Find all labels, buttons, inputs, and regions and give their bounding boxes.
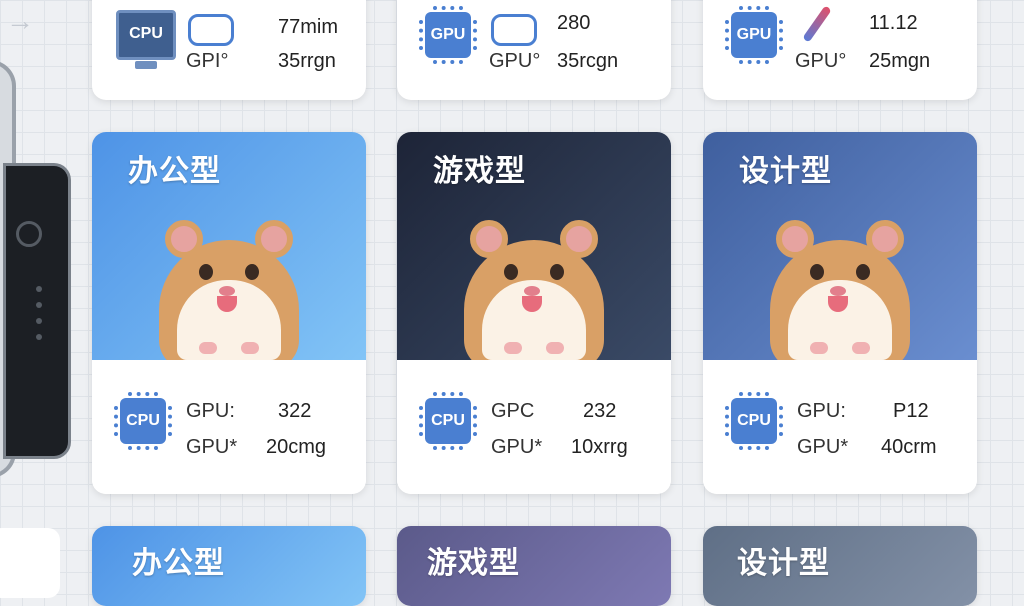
spec-value: 35rcgn <box>557 50 619 72</box>
phone-screen <box>6 166 68 456</box>
spec-value: 40crm <box>881 436 937 458</box>
dots-icon <box>36 286 42 350</box>
spec-value: 25mgn <box>869 50 931 72</box>
gear-icon <box>16 221 42 247</box>
spec-label: GPC <box>491 400 535 422</box>
spec-label: GPU° <box>489 50 541 72</box>
gamepad-icon <box>188 14 234 46</box>
spec-value: 280 <box>557 12 591 34</box>
spec-label: GPU: <box>186 400 235 422</box>
hamster-illustration <box>766 220 914 370</box>
category-card-design[interactable]: 设计型 CPU GPU: P12 GPU* 40crm <box>703 132 977 494</box>
spec-value: 232 <box>583 400 617 422</box>
spec-value: 322 <box>278 400 312 422</box>
spec-card-top-3[interactable]: GPU 11.12 GPU° 25mgn <box>703 0 977 100</box>
spec-value: 10xrrg <box>571 436 628 458</box>
category-title: 设计型 <box>739 155 832 188</box>
category-title: 游戏型 <box>427 547 520 580</box>
spec-label: GPU: <box>797 400 846 422</box>
category-title: 设计型 <box>737 547 830 580</box>
cpu-monitor-icon: CPU <box>116 10 176 69</box>
spec-value: 20cmg <box>266 436 327 458</box>
spec-value: 77mim <box>278 16 339 38</box>
category-title: 办公型 <box>132 547 225 580</box>
category-title: 办公型 <box>128 155 221 188</box>
spec-label: GPI° <box>186 50 229 72</box>
gamepad-icon <box>491 14 537 46</box>
category-card-office-2[interactable]: 办公型 <box>92 526 366 606</box>
cpu-chip-icon: CPU <box>419 392 477 450</box>
spec-label: GPU* <box>491 436 543 458</box>
cpu-chip-icon: CPU <box>114 392 172 450</box>
brush-icon <box>802 5 832 43</box>
spec-label: GPU° <box>795 50 847 72</box>
spec-panel: CPU GPU: 322 GPU* 20cmg <box>92 360 366 494</box>
category-title: 游戏型 <box>433 155 526 188</box>
spec-card-top-1[interactable]: CPU 77mim GPI° 35rrgn <box>92 0 366 100</box>
spec-label: GPU* <box>186 436 238 458</box>
spec-panel: CPU GPC 232 GPU* 10xrrg <box>397 360 671 494</box>
back-arrow-icon[interactable]: → <box>6 6 46 36</box>
spec-label: GPU* <box>797 436 849 458</box>
gpu-chip-icon: GPU <box>419 6 477 64</box>
spec-card-top-2[interactable]: GPU 280 GPU° 35rcgn <box>397 0 671 100</box>
side-tile <box>0 528 60 598</box>
spec-value: 11.12 <box>869 12 918 34</box>
spec-panel: CPU GPU: P12 GPU* 40crm <box>703 360 977 494</box>
spec-value: 35rrgn <box>278 50 336 72</box>
hamster-illustration <box>460 220 608 370</box>
hamster-illustration <box>155 220 303 370</box>
category-card-design-2[interactable]: 设计型 <box>703 526 977 606</box>
category-card-gaming[interactable]: 游戏型 CPU GPC 232 GPU* 10xrrg <box>397 132 671 494</box>
cpu-chip-icon: CPU <box>725 392 783 450</box>
category-card-office[interactable]: 办公型 CPU GPU: 322 GPU* 20cmg <box>92 132 366 494</box>
gpu-chip-icon: GPU <box>725 6 783 64</box>
category-card-gaming-2[interactable]: 游戏型 <box>397 526 671 606</box>
spec-value: P12 <box>893 400 929 422</box>
